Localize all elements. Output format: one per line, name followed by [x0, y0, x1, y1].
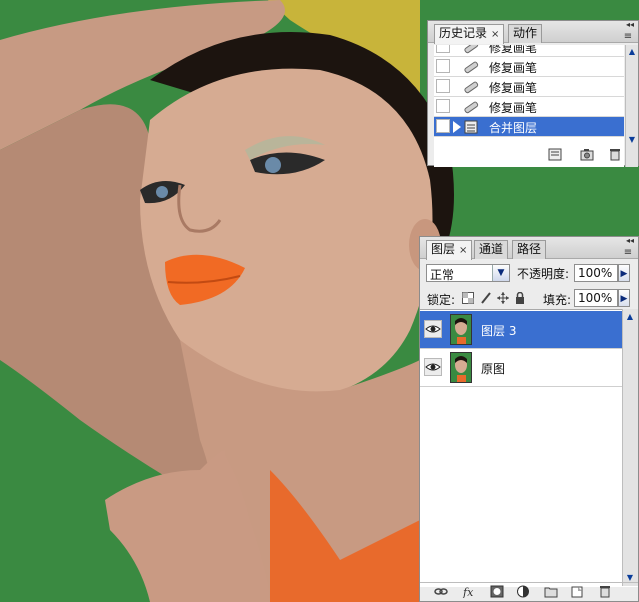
collapse-icon[interactable]: ◂◂ [626, 20, 634, 29]
new-document-from-state-icon[interactable] [548, 148, 562, 161]
close-icon[interactable]: × [491, 29, 499, 40]
tab-actions-label: 动作 [513, 26, 538, 40]
scroll-down-icon[interactable]: ▼ [627, 135, 637, 145]
tab-paths[interactable]: 路径 [512, 240, 547, 259]
tab-history-label: 历史记录 [439, 26, 488, 40]
tab-history[interactable]: 历史记录 × [434, 24, 505, 44]
scroll-up-icon[interactable]: ▲ [627, 47, 637, 57]
panel-menu-icon[interactable]: ≡ [622, 247, 634, 259]
lock-image-pixels-brush-icon[interactable] [480, 292, 492, 304]
eye-icon [425, 325, 441, 333]
history-item-selected[interactable]: 合并图层 [434, 117, 624, 137]
healing-brush-icon [464, 45, 479, 54]
panel-menu-icon[interactable]: ≡ [622, 31, 634, 43]
blend-mode-select[interactable]: 正常 ▼ [426, 264, 510, 282]
layers-tabbar: 图层 × 通道 路径 ◂◂ ≡ [420, 236, 638, 260]
history-item-label: 修复画笔 [489, 45, 538, 55]
healing-brush-icon [464, 61, 479, 74]
snapshot-source-checkbox[interactable] [436, 59, 450, 73]
layer-list: 图层 3 原图 [420, 309, 638, 587]
snapshot-source-checkbox[interactable] [436, 79, 450, 93]
eye-icon [425, 363, 441, 371]
history-tabbar: 历史记录 × 动作 ◂◂ ≡ [428, 20, 638, 44]
visibility-toggle[interactable] [424, 320, 442, 338]
layers-panel: 图层 × 通道 路径 ◂◂ ≡ 正常 ▼ 不透明度: 100% ▶ 锁定: 填充:… [419, 236, 639, 602]
lock-position-move-icon[interactable] [497, 292, 509, 304]
layers-footer: fx [420, 582, 638, 601]
history-state-marker-icon [453, 121, 461, 133]
layer-name[interactable]: 原图 [481, 360, 505, 377]
history-item-label: 修复画笔 [489, 101, 538, 115]
layer-thumbnail [450, 352, 472, 383]
snapshot-source-checkbox[interactable] [436, 119, 450, 133]
chevron-down-icon[interactable]: ▼ [492, 265, 509, 281]
collapse-icon[interactable]: ◂◂ [626, 236, 634, 245]
close-icon[interactable]: × [459, 245, 467, 256]
history-footer [428, 145, 638, 165]
history-item[interactable]: 修复画笔 [434, 57, 624, 77]
tab-channels[interactable]: 通道 [474, 240, 509, 259]
tab-layers-label: 图层 [431, 242, 456, 256]
healing-brush-icon [464, 81, 479, 94]
tab-paths-label: 路径 [517, 242, 542, 256]
layer-thumbnail-image [451, 353, 471, 382]
layer-name[interactable]: 图层 3 [481, 322, 516, 339]
adjustment-icon[interactable] [516, 585, 530, 598]
link-icon[interactable] [434, 585, 448, 598]
history-item[interactable]: 修复画笔 [434, 45, 624, 57]
trash-icon[interactable] [598, 585, 612, 598]
layer-row-layer-3[interactable]: 图层 3 [420, 311, 622, 349]
fill-label: 填充: [543, 293, 572, 307]
scroll-up-icon[interactable]: ▲ [625, 312, 635, 322]
tab-layers[interactable]: 图层 × [426, 240, 473, 260]
fx-icon[interactable]: fx [462, 585, 476, 598]
trash-icon[interactable] [608, 148, 622, 161]
mask-icon[interactable] [490, 585, 504, 598]
svg-text:fx: fx [462, 586, 474, 598]
tab-actions[interactable]: 动作 [508, 24, 543, 43]
opacity-label: 不透明度: [517, 267, 570, 281]
history-panel: 历史记录 × 动作 ◂◂ ≡ 修复画笔 修复画笔 修复画笔 修复画笔 合并图层 … [427, 20, 639, 167]
history-item-label: 修复画笔 [489, 81, 538, 95]
history-item-label: 合并图层 [489, 121, 538, 135]
blend-mode-value: 正常 [430, 268, 455, 282]
history-item-label: 修复画笔 [489, 61, 538, 75]
lock-all-icon[interactable] [514, 292, 526, 304]
layer-row-original[interactable]: 原图 [420, 349, 622, 387]
tab-channels-label: 通道 [479, 242, 504, 256]
healing-brush-icon [464, 101, 479, 114]
group-folder-icon[interactable] [544, 585, 558, 598]
opacity-input[interactable]: 100% [574, 264, 618, 282]
opacity-slider-arrow-icon[interactable]: ▶ [618, 264, 630, 282]
history-item[interactable]: 修复画笔 [434, 77, 624, 97]
layer-thumbnail [450, 314, 472, 345]
visibility-toggle[interactable] [424, 358, 442, 376]
layers-scrollbar[interactable]: ▲ ▼ [622, 309, 638, 586]
lock-transparent-pixels-icon[interactable] [462, 292, 474, 304]
lock-label: 锁定: [427, 293, 456, 307]
fill-input[interactable]: 100% [574, 289, 618, 307]
snapshot-source-checkbox[interactable] [436, 45, 450, 53]
fill-slider-arrow-icon[interactable]: ▶ [618, 289, 630, 307]
history-item[interactable]: 修复画笔 [434, 97, 624, 117]
new-layer-icon[interactable] [570, 585, 584, 598]
snapshot-source-checkbox[interactable] [436, 99, 450, 113]
layer-thumbnail-image [451, 315, 471, 344]
snapshot-camera-icon[interactable] [580, 148, 594, 161]
merge-layers-icon [464, 120, 478, 134]
